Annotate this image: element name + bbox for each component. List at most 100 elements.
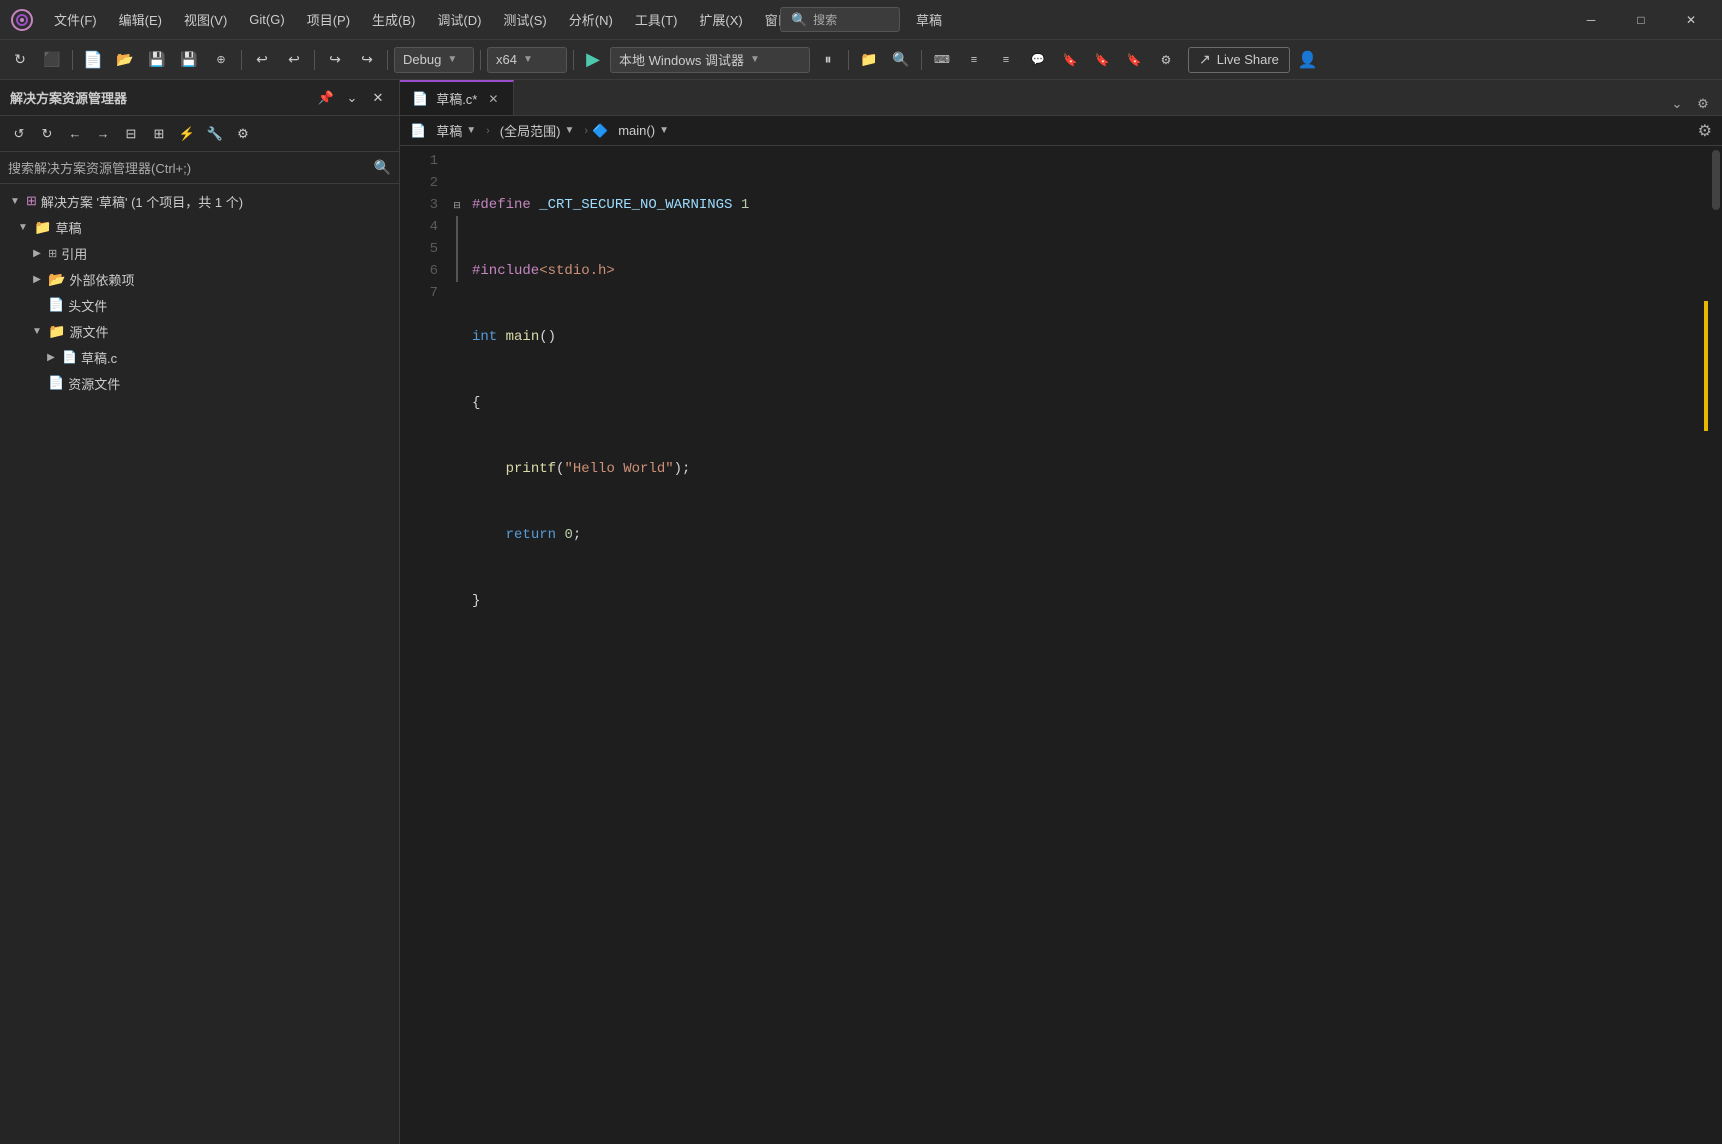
tab-dropdown-btn[interactable]: ⌄ [1666, 93, 1688, 115]
tree-item-main-c[interactable]: ▶ 📄 草稿.c [0, 344, 399, 370]
nav-scope-item[interactable]: (全局范围) ▼ [494, 119, 581, 142]
tree-item-headers[interactable]: 📄 头文件 [0, 292, 399, 318]
sidebar-search[interactable]: 搜索解决方案资源管理器(Ctrl+;) 🔍 [0, 152, 399, 184]
toolbar-undo-btn[interactable]: ↩ [248, 46, 276, 74]
gutter-collapse-3[interactable]: ⊟ [450, 194, 464, 216]
tree-item-resources[interactable]: 📄 资源文件 [0, 370, 399, 396]
tab-settings-btn[interactable]: ⚙ [1692, 93, 1714, 115]
tree-item-source-files[interactable]: ▼ 📁 源文件 [0, 318, 399, 344]
sidebar-sync-btn[interactable]: ↺ [6, 121, 32, 147]
toolbar-comment-btn[interactable]: 💬 [1024, 46, 1052, 74]
file-icon: 📄 [62, 350, 77, 364]
sidebar-collapse-btn[interactable]: ⊟ [118, 121, 144, 147]
file-label: 草稿.c [81, 348, 399, 367]
toolbar-stop-btn[interactable]: ⬛ [38, 46, 66, 74]
sidebar-chevron-btn[interactable]: ⌄ [341, 87, 363, 109]
sidebar-wrench-btn[interactable]: 🔧 [202, 121, 228, 147]
menu-item-f[interactable]: 文件(F) [44, 6, 107, 33]
menu-item-v[interactable]: 视图(V) [174, 6, 237, 33]
toolbar-bookmark3-btn[interactable]: 🔖 [1120, 46, 1148, 74]
tab-main-c[interactable]: 📄 草稿.c* ✕ [400, 80, 514, 115]
platform-dropdown[interactable]: x64 ▼ [487, 47, 567, 73]
local-debug-dropdown[interactable]: 本地 Windows 调试器 ▼ [610, 47, 810, 73]
sidebar-forward-btn[interactable]: → [90, 121, 116, 147]
solution-label: 解决方案 '草稿' (1 个项目，共 1 个) [41, 192, 399, 211]
menu-item-d[interactable]: 调试(D) [427, 6, 491, 33]
menu-item-s[interactable]: 测试(S) [493, 6, 556, 33]
tree-item-project[interactable]: ▼ 📁 草稿 [0, 214, 399, 240]
tab-file-icon: 📄 [412, 91, 428, 107]
tree-item-external-deps[interactable]: ▶ 📂 外部依赖项 [0, 266, 399, 292]
sidebar-pin-btn[interactable]: 📌 [315, 87, 337, 109]
sidebar-back-btn[interactable]: ← [62, 121, 88, 147]
nav-scope-arrow: ▼ [564, 125, 574, 136]
src-label: 源文件 [69, 322, 399, 341]
token-6-indent [472, 524, 506, 546]
tab-close-btn[interactable]: ✕ [485, 91, 501, 107]
nav-scope-label: (全局范围) [500, 121, 561, 140]
toolbar-pause-btn[interactable]: ⏸ [814, 46, 842, 74]
tree-item-references[interactable]: ▶ ⊞ 引用 [0, 240, 399, 266]
toolbar-bookmark-btn[interactable]: 🔖 [1056, 46, 1084, 74]
tab-bar-end: ⌄ ⚙ [1658, 93, 1722, 115]
search-box[interactable]: 🔍 搜索 [780, 7, 900, 32]
toolbar-save-btn[interactable]: 💾 [143, 46, 171, 74]
toolbar: ↻ ⬛ 📄 📂 💾 💾 ⊕ ↩ ↩ ↪ ↪ Debug ▼ x64 ▼ ▶ 本地… [0, 40, 1722, 80]
live-share-icon: ↗ [1199, 51, 1211, 68]
nav-file-item[interactable]: 草稿 ▼ [430, 119, 482, 142]
menu-item-e[interactable]: 编辑(E) [109, 6, 172, 33]
menu-item-x[interactable]: 扩展(X) [689, 6, 752, 33]
token-3-2 [497, 326, 505, 348]
sidebar-pending-btn[interactable]: ⊞ [146, 121, 172, 147]
line-num-4: 4 [400, 216, 438, 238]
gutter-1 [450, 150, 464, 172]
sidebar-settings-btn[interactable]: ⚙ [230, 121, 256, 147]
toolbar-save-all-btn[interactable]: 💾 [175, 46, 203, 74]
code-content[interactable]: #define _CRT_SECURE_NO_WARNINGS 1 #inclu… [464, 146, 1708, 1144]
menu-item-b[interactable]: 生成(B) [362, 6, 425, 33]
toolbar-undo2-btn[interactable]: ↩ [280, 46, 308, 74]
solution-root-item[interactable]: ▼ ⊞ 解决方案 '草稿' (1 个项目，共 1 个) [0, 188, 399, 214]
toolbar-folder-btn[interactable]: 📁 [855, 46, 883, 74]
line-num-5: 5 [400, 238, 438, 260]
toolbar-redo2-btn[interactable]: ↪ [353, 46, 381, 74]
sidebar-close-btn[interactable]: ✕ [367, 87, 389, 109]
run-button[interactable]: ▶ [580, 47, 606, 73]
title-controls: ─ □ ✕ [1568, 0, 1714, 40]
toolbar-refresh-btn[interactable]: ↻ [6, 46, 34, 74]
toolbar-indent-btn[interactable]: ≡ [960, 46, 988, 74]
toolbar-extra-save-btn[interactable]: ⊕ [207, 46, 235, 74]
minimize-button[interactable]: ─ [1568, 0, 1614, 40]
res-label: 资源文件 [68, 374, 399, 393]
menu-item-t[interactable]: 工具(T) [625, 6, 688, 33]
editor-scrollbar[interactable] [1708, 146, 1722, 1144]
search-icon: 🔍 [791, 12, 807, 28]
toolbar-redo-btn[interactable]: ↪ [321, 46, 349, 74]
line-num-3: 3 [400, 194, 438, 216]
toolbar-new-btn[interactable]: 📄 [79, 46, 107, 74]
nav-settings-btn[interactable]: ⚙ [1698, 121, 1712, 141]
nav-func-item[interactable]: main() ▼ [612, 121, 675, 140]
debug-config-dropdown[interactable]: Debug ▼ [394, 47, 474, 73]
menu-item-p[interactable]: 项目(P) [297, 6, 360, 33]
toolbar-indent2-btn[interactable]: ≡ [992, 46, 1020, 74]
toolbar-bookmark2-btn[interactable]: 🔖 [1088, 46, 1116, 74]
menu-item-gitg[interactable]: Git(G) [239, 8, 294, 31]
file-arrow: ▶ [44, 352, 58, 363]
menu-item-n[interactable]: 分析(N) [559, 6, 623, 33]
toolbar-account-btn[interactable]: 👤 [1294, 46, 1322, 74]
live-share-button[interactable]: ↗ Live Share [1188, 47, 1290, 73]
token-7-1: } [472, 590, 480, 612]
sidebar-link-btn[interactable]: ⚡ [174, 121, 200, 147]
toolbar-search2-btn[interactable]: 🔍 [887, 46, 915, 74]
toolbar-code-btn[interactable]: ⌨ [928, 46, 956, 74]
code-editor[interactable]: 1 2 3 4 5 6 7 ⊟ [400, 146, 1722, 1144]
scrollbar-thumb[interactable] [1712, 150, 1720, 210]
debug-config-arrow: ▼ [447, 54, 457, 65]
close-button[interactable]: ✕ [1668, 0, 1714, 40]
sidebar-toolbar: ↺ ↻ ← → ⊟ ⊞ ⚡ 🔧 ⚙ [0, 116, 399, 152]
toolbar-misc-btn[interactable]: ⚙ [1152, 46, 1180, 74]
toolbar-open-btn[interactable]: 📂 [111, 46, 139, 74]
sidebar-refresh-btn[interactable]: ↻ [34, 121, 60, 147]
maximize-button[interactable]: □ [1618, 0, 1664, 40]
